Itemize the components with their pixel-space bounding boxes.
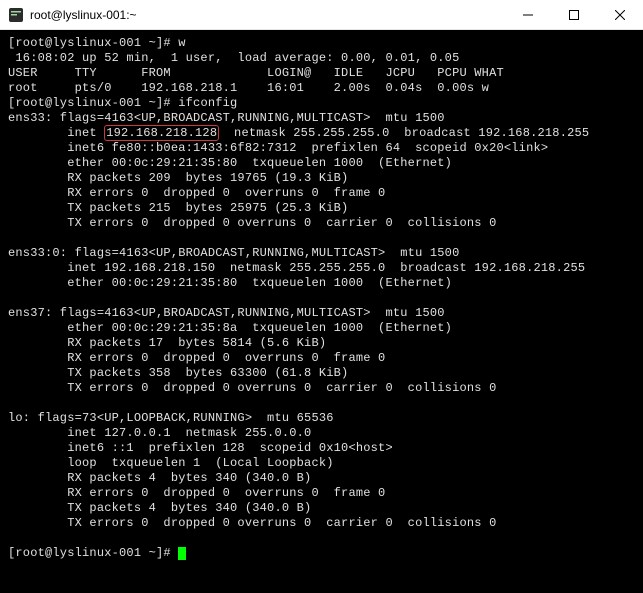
- ens33-0-ether: ether 00:0c:29:21:35:80 txqueuelen 1000 …: [8, 276, 635, 291]
- prompt: [root@lyslinux-001 ~]#: [8, 546, 178, 560]
- minimize-button[interactable]: [505, 0, 551, 29]
- blank-line: [8, 396, 635, 411]
- ens37-rx-packets: RX packets 17 bytes 5814 (5.6 KiB): [8, 336, 635, 351]
- lo-inet6: inet6 ::1 prefixlen 128 scopeid 0x10<hos…: [8, 441, 635, 456]
- w-row: root pts/0 192.168.218.1 16:01 2.00s 0.0…: [8, 81, 635, 96]
- blank-line: [8, 291, 635, 306]
- lo-inet: inet 127.0.0.1 netmask 255.0.0.0: [8, 426, 635, 441]
- lo-header: lo: flags=73<UP,LOOPBACK,RUNNING> mtu 65…: [8, 411, 635, 426]
- window-titlebar: root@lyslinux-001:~: [0, 0, 643, 30]
- prompt-line: [root@lyslinux-001 ~]# w: [8, 36, 635, 51]
- ens37-tx-errors: TX errors 0 dropped 0 overruns 0 carrier…: [8, 381, 635, 396]
- cmd-ifconfig: ifconfig: [178, 96, 237, 110]
- w-uptime: 16:08:02 up 52 min, 1 user, load average…: [8, 51, 635, 66]
- ens33-0-inet: inet 192.168.218.150 netmask 255.255.255…: [8, 261, 635, 276]
- ens37-tx-packets: TX packets 358 bytes 63300 (61.8 KiB): [8, 366, 635, 381]
- lo-rx-packets: RX packets 4 bytes 340 (340.0 B): [8, 471, 635, 486]
- close-button[interactable]: [597, 0, 643, 29]
- prompt-line: [root@lyslinux-001 ~]#: [8, 546, 635, 561]
- prompt: [root@lyslinux-001 ~]#: [8, 36, 178, 50]
- window-controls: [505, 0, 643, 29]
- ens33-rx-errors: RX errors 0 dropped 0 overruns 0 frame 0: [8, 186, 635, 201]
- lo-loop: loop txqueuelen 1 (Local Loopback): [8, 456, 635, 471]
- cursor-icon: [178, 547, 186, 560]
- highlighted-ip: 192.168.218.128: [104, 125, 219, 141]
- maximize-button[interactable]: [551, 0, 597, 29]
- prompt-line: [root@lyslinux-001 ~]# ifconfig: [8, 96, 635, 111]
- ens33-header: ens33: flags=4163<UP,BROADCAST,RUNNING,M…: [8, 111, 635, 126]
- blank-line: [8, 231, 635, 246]
- terminal-viewport[interactable]: [root@lyslinux-001 ~]# w 16:08:02 up 52 …: [0, 30, 643, 593]
- ens33-tx-errors: TX errors 0 dropped 0 overruns 0 carrier…: [8, 216, 635, 231]
- blank-line: [8, 531, 635, 546]
- lo-tx-packets: TX packets 4 bytes 340 (340.0 B): [8, 501, 635, 516]
- lo-tx-errors: TX errors 0 dropped 0 overruns 0 carrier…: [8, 516, 635, 531]
- ens37-header: ens37: flags=4163<UP,BROADCAST,RUNNING,M…: [8, 306, 635, 321]
- terminal-icon: [8, 7, 24, 23]
- ens33-0-header: ens33:0: flags=4163<UP,BROADCAST,RUNNING…: [8, 246, 635, 261]
- ens33-rx-packets: RX packets 209 bytes 19765 (19.3 KiB): [8, 171, 635, 186]
- ens37-ether: ether 00:0c:29:21:35:8a txqueuelen 1000 …: [8, 321, 635, 336]
- ens33-inet6: inet6 fe80::b0ea:1433:6f82:7312 prefixle…: [8, 141, 635, 156]
- w-header: USER TTY FROM LOGIN@ IDLE JCPU PCPU WHAT: [8, 66, 635, 81]
- ens33-inet: inet 192.168.218.128 netmask 255.255.255…: [8, 126, 635, 141]
- cmd-w: w: [178, 36, 185, 50]
- ens37-rx-errors: RX errors 0 dropped 0 overruns 0 frame 0: [8, 351, 635, 366]
- ens33-ether: ether 00:0c:29:21:35:80 txqueuelen 1000 …: [8, 156, 635, 171]
- prompt: [root@lyslinux-001 ~]#: [8, 96, 178, 110]
- lo-rx-errors: RX errors 0 dropped 0 overruns 0 frame 0: [8, 486, 635, 501]
- ens33-tx-packets: TX packets 215 bytes 25975 (25.3 KiB): [8, 201, 635, 216]
- window-title: root@lyslinux-001:~: [30, 8, 505, 22]
